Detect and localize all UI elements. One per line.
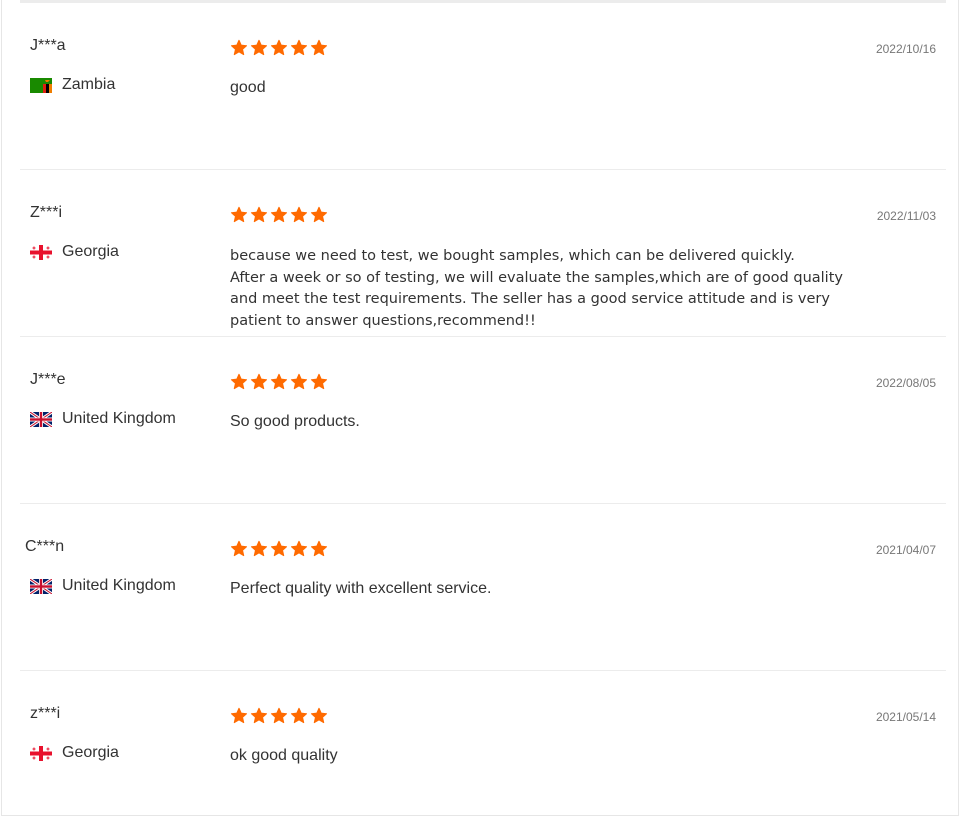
- star-icon: [250, 39, 268, 56]
- review-text: good: [230, 79, 266, 96]
- reviewer-country: Georgia: [30, 744, 119, 762]
- uk-flag-icon: [30, 578, 52, 594]
- star-icon: [270, 373, 288, 390]
- star-icon: [270, 39, 288, 56]
- star-icon: [270, 206, 288, 223]
- star-icon: [290, 707, 308, 724]
- review-text: Perfect quality with excellent service.: [230, 580, 492, 597]
- review-text: So good products.: [230, 413, 360, 430]
- star-icon: [230, 373, 248, 390]
- reviewer-country: United Kingdom: [30, 577, 176, 595]
- review-date: 2022/10/16: [875, 42, 936, 56]
- star-icon: [230, 540, 248, 557]
- review-date: 2022/08/05: [875, 376, 936, 390]
- star-icon: [290, 373, 308, 390]
- reviewer-name: Z***i: [30, 204, 63, 221]
- country-name: United Kingdom: [62, 410, 176, 427]
- star-icon: [310, 540, 328, 557]
- reviews-panel: J***a Zambia good 2022/10/16 Z***i Georg…: [1, 0, 959, 816]
- georgia-flag-icon: [30, 244, 52, 260]
- star-icon: [250, 206, 268, 223]
- star-icon: [270, 707, 288, 724]
- star-rating: [230, 206, 328, 224]
- country-name: Zambia: [62, 76, 116, 93]
- country-name: United Kingdom: [62, 577, 176, 594]
- uk-flag-icon: [30, 411, 52, 427]
- star-icon: [250, 540, 268, 557]
- country-name: Georgia: [62, 744, 119, 761]
- reviewer-name: C***n: [25, 538, 65, 555]
- reviewer-country: United Kingdom: [30, 410, 176, 428]
- reviewer-country: Georgia: [30, 243, 119, 261]
- review-item: Z***i Georgia because we need to test, w…: [20, 170, 946, 337]
- reviewer-name: J***a: [30, 37, 66, 54]
- reviewer-name: J***e: [30, 371, 66, 388]
- star-icon: [250, 373, 268, 390]
- review-item: J***a Zambia good 2022/10/16: [20, 3, 946, 170]
- star-icon: [310, 206, 328, 223]
- reviewer-country: Zambia: [30, 76, 115, 94]
- star-rating: [230, 373, 328, 391]
- star-icon: [230, 39, 248, 56]
- star-icon: [270, 540, 288, 557]
- star-rating: [230, 540, 328, 558]
- review-text: because we need to test, we bought sampl…: [230, 248, 843, 329]
- star-icon: [310, 373, 328, 390]
- star-icon: [290, 206, 308, 223]
- star-rating: [230, 39, 328, 57]
- review-item: J***e United Kingdom So good products. 2…: [20, 337, 946, 504]
- star-icon: [290, 39, 308, 56]
- star-icon: [250, 707, 268, 724]
- review-date: 2021/05/14: [875, 710, 936, 724]
- georgia-flag-icon: [30, 745, 52, 761]
- star-icon: [290, 540, 308, 557]
- star-icon: [230, 707, 248, 724]
- star-icon: [310, 707, 328, 724]
- review-text: ok good quality: [230, 747, 338, 764]
- star-icon: [310, 39, 328, 56]
- review-date: 2021/04/07: [875, 543, 936, 557]
- review-item: C***n United Kingdom Perfect quality wit…: [20, 504, 946, 671]
- reviewer-name: z***i: [30, 705, 61, 722]
- star-rating: [230, 707, 328, 725]
- country-name: Georgia: [62, 243, 119, 260]
- zambia-flag-icon: [30, 77, 52, 93]
- review-date: 2022/11/03: [876, 209, 936, 223]
- star-icon: [230, 206, 248, 223]
- review-item: z***i Georgia ok good quality 2021/05/14: [20, 671, 946, 816]
